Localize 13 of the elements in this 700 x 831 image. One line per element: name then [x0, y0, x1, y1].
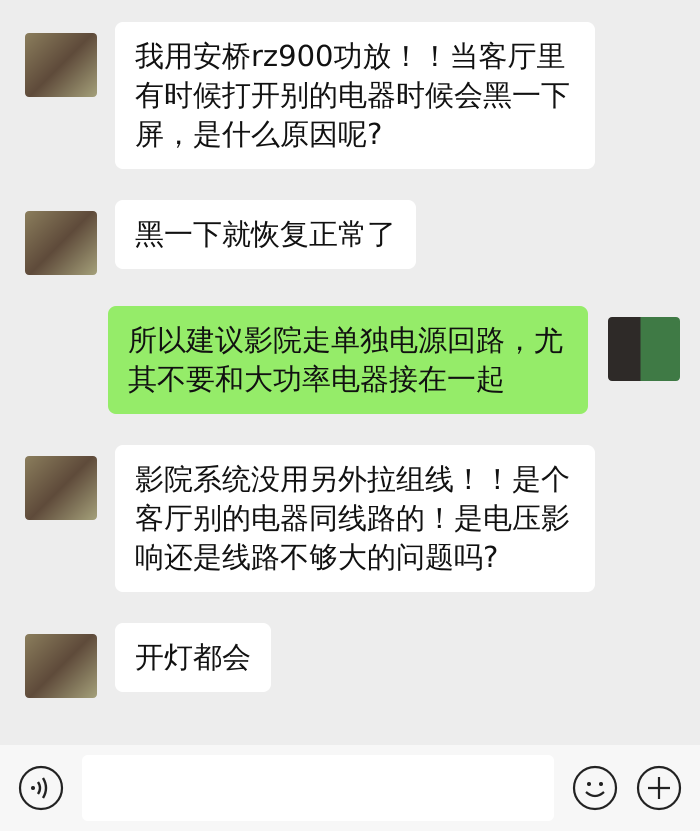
message-bubble: 开灯都会 — [115, 623, 271, 692]
emoji-icon[interactable] — [572, 765, 618, 811]
avatar-placeholder[interactable] — [25, 211, 97, 275]
avatar-placeholder[interactable] — [25, 33, 97, 97]
message-bubble: 所以建议影院走单独电源回路，尤其不要和大功率电器接在一起 — [108, 306, 588, 414]
avatar-placeholder[interactable] — [608, 317, 680, 381]
message-bubble: 黑一下就恢复正常了 — [115, 200, 416, 269]
avatar-placeholder[interactable] — [25, 456, 97, 520]
plus-icon[interactable] — [636, 765, 682, 811]
message-bubble: 我用安桥rz900功放！！当客厅里有时候打开别的电器时候会黑一下屏，是什么原因呢? — [115, 22, 595, 169]
voice-icon[interactable] — [18, 765, 64, 811]
message-bubble: 影院系统没用另外拉组线！！是个客厅别的电器同线路的！是电压影响还是线路不够大的问题吗? — [115, 445, 595, 592]
avatar-placeholder[interactable] — [25, 634, 97, 698]
